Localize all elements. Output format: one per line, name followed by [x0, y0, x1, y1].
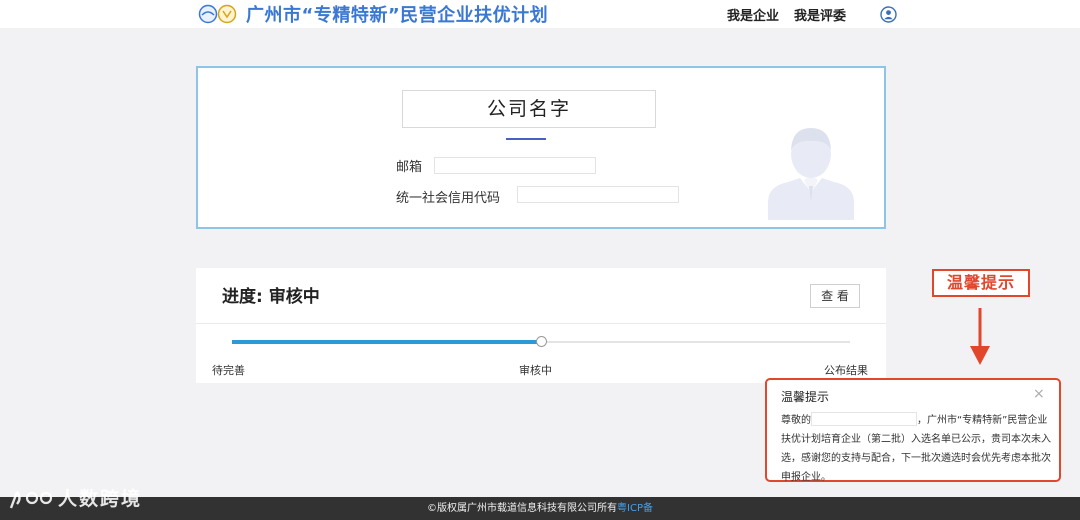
watermark-text: 人数跨境 [58, 488, 143, 510]
down-arrow-icon [970, 308, 990, 365]
credit-code-label: 统一社会信用代码 [396, 191, 501, 206]
card-divider [196, 323, 886, 324]
annotation-label: 温馨提示 [932, 269, 1030, 297]
credit-code-value-field [517, 186, 679, 203]
progress-knob [536, 336, 547, 347]
nav-judge-link[interactable]: 我是评委 [794, 5, 846, 24]
step-label-pending: 待完善 [212, 364, 245, 377]
notice-popup: 温馨提示 × 尊敬的 ，广州市“专精特新”民营企业扶优计划培育企业（第二批）入选名… [765, 378, 1061, 483]
email-label: 邮箱 [396, 160, 423, 175]
progress-fill [232, 340, 541, 344]
page-footer: ©版权属广州市载道信息科技有限公司所有粤ICP备 [0, 497, 1080, 520]
progress-track [232, 336, 850, 347]
progress-title: 进度: 审核中 [222, 287, 320, 307]
view-button[interactable]: 查 看 [810, 284, 860, 308]
watermark-logo-icon [9, 490, 53, 508]
step-label-reviewing: 审核中 [519, 364, 552, 377]
copyright-label: ©版权属广州市载道信息科技有限公司所有 [427, 503, 618, 514]
company-name: 公司名字 [402, 90, 656, 128]
site-title: 广州市“专精特新”民营企业扶优计划 [246, 5, 549, 26]
title-underline [506, 138, 546, 140]
icp-link[interactable]: 粤ICP备 [617, 503, 653, 514]
copyright-text: ©版权属广州市载道信息科技有限公司所有粤ICP备 [0, 497, 1080, 520]
email-value-field [434, 157, 596, 174]
watermark: 人数跨境 [8, 484, 142, 511]
progress-card: 进度: 审核中 查 看 待完善 审核中 公布结果 [196, 268, 886, 383]
close-icon[interactable]: × [1033, 386, 1045, 402]
company-name-blank [811, 412, 917, 426]
user-circle-icon[interactable] [880, 6, 897, 23]
person-avatar-icon [768, 128, 854, 220]
company-info-card: 公司名字 邮箱 统一社会信用代码 [196, 66, 886, 229]
step-label-result: 公布结果 [824, 364, 868, 377]
notice-greeting: 尊敬的 [781, 415, 811, 426]
notice-title: 温馨提示 [781, 390, 830, 404]
site-logo-icon [198, 4, 237, 24]
top-header: 广州市“专精特新”民营企业扶优计划 我是企业 我是评委 [0, 0, 1080, 28]
notice-body: 尊敬的 ，广州市“专精特新”民营企业扶优计划培育企业（第二批）入选名单已公示，贵司… [781, 411, 1053, 487]
nav-enterprise-link[interactable]: 我是企业 [727, 5, 779, 24]
